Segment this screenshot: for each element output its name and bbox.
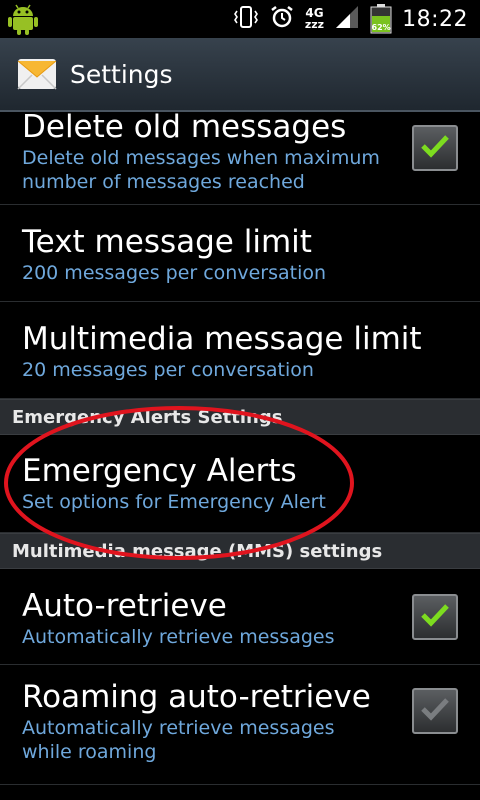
messages-icon[interactable] (16, 53, 58, 95)
network-sleep-label: zzz (304, 18, 325, 31)
pref-roaming-auto-retrieve[interactable]: Roaming auto-retrieve Automatically retr… (0, 665, 480, 785)
pref-emergency-alerts[interactable]: Emergency Alerts Set options for Emergen… (0, 435, 480, 533)
signal-icon (334, 4, 360, 34)
pref-summary: Automatically retrieve messages (22, 626, 335, 648)
pref-summary: Set options for Emergency Alert (22, 491, 326, 513)
pref-multimedia-message-limit[interactable]: Multimedia message limit 20 messages per… (0, 302, 480, 399)
pref-summary: 200 messages per conversation (22, 262, 327, 284)
pref-title: Multimedia message limit (22, 321, 422, 357)
preference-list[interactable]: Delete old messages Delete old messages … (0, 112, 480, 800)
auto-retrieve-checkbox[interactable] (412, 594, 458, 640)
network-type-indicator: 4G zzz (305, 7, 324, 31)
roaming-auto-retrieve-checkbox[interactable] (412, 688, 458, 734)
category-emergency-alerts: Emergency Alerts Settings (0, 399, 480, 435)
pref-summary: Delete old messages when maximum number … (22, 147, 380, 193)
status-bar: 4G zzz 62% 18:22 (0, 0, 480, 38)
android-debug-icon (6, 2, 40, 40)
battery-percent: 62% (371, 23, 391, 32)
category-mms-settings: Multimedia message (MMS) settings (0, 533, 480, 569)
vibrate-icon (233, 4, 259, 34)
pref-title: Emergency Alerts (22, 453, 297, 489)
pref-title: Roaming auto-retrieve (22, 679, 371, 715)
pref-title: Delete old messages (22, 112, 347, 145)
alarm-icon (269, 4, 295, 34)
pref-summary: Automatically retrieve messages while ro… (22, 717, 335, 763)
page-title: Settings (70, 59, 173, 89)
pref-title: Auto-retrieve (22, 588, 227, 624)
checkmark-icon (420, 133, 450, 163)
checkmark-icon (420, 602, 450, 632)
pref-title: Text message limit (22, 224, 312, 260)
pref-text-message-limit[interactable]: Text message limit 200 messages per conv… (0, 205, 480, 302)
action-bar: Settings (0, 38, 480, 112)
pref-delete-old-messages[interactable]: Delete old messages Delete old messages … (0, 112, 480, 205)
status-clock: 18:22 (402, 6, 468, 32)
checkmark-icon (420, 696, 450, 726)
pref-summary: 20 messages per conversation (22, 359, 314, 381)
delete-old-checkbox[interactable] (412, 125, 458, 171)
battery-icon: 62% (370, 4, 392, 34)
pref-auto-retrieve[interactable]: Auto-retrieve Automatically retrieve mes… (0, 569, 480, 665)
